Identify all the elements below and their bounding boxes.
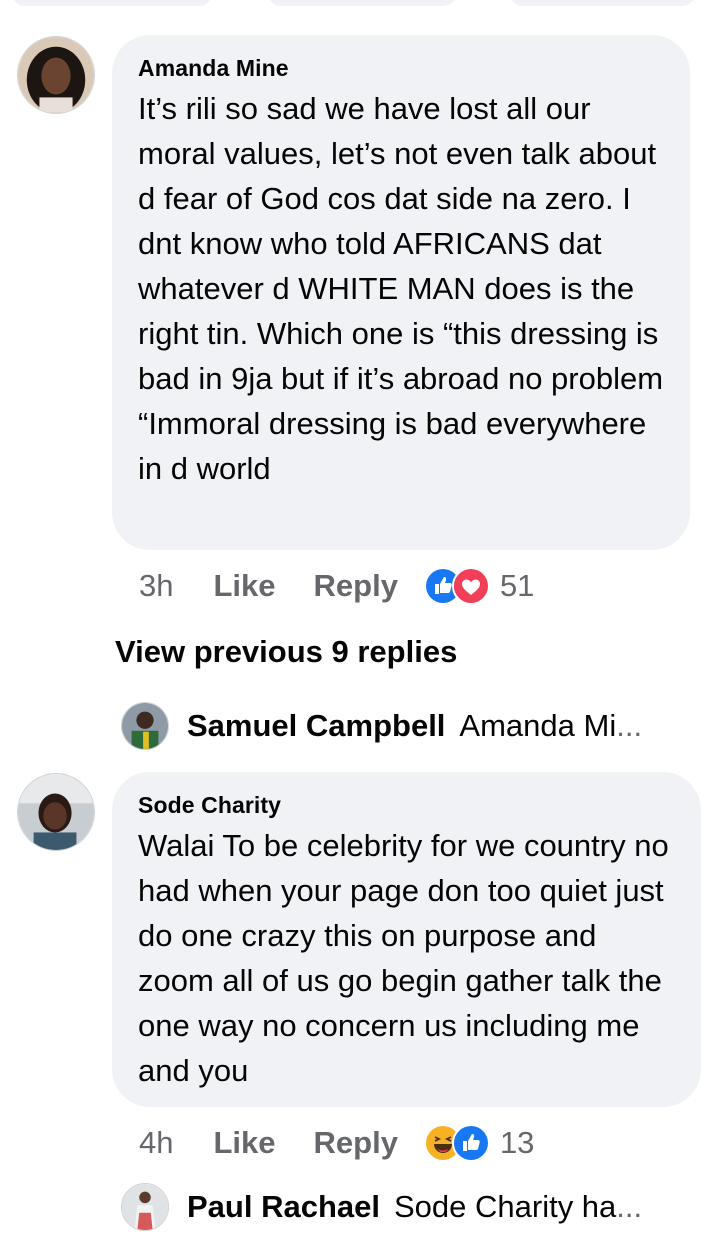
comment-actions: 4h Like Reply 13 (139, 1121, 534, 1165)
comment-author[interactable]: Sode Charity (138, 792, 677, 819)
ellipsis: ... (616, 708, 643, 743)
comment-time[interactable]: 3h (139, 568, 173, 604)
comment-bubble: Amanda Mine It’s rili so sad we have los… (112, 35, 690, 550)
reaction-icons[interactable] (423, 567, 490, 605)
reply-author[interactable]: Samuel Campbell (187, 708, 445, 744)
like-icon (451, 1124, 490, 1162)
like-button[interactable]: Like (213, 568, 275, 604)
avatar[interactable] (17, 36, 95, 114)
avatar[interactable] (121, 702, 169, 750)
reply-button[interactable]: Reply (314, 568, 398, 604)
reply-preview[interactable]: Paul Rachael Sode Charity ha... (121, 1183, 642, 1231)
view-previous-replies-link[interactable]: View previous 9 replies (115, 634, 457, 670)
reply-button[interactable]: Reply (314, 1125, 398, 1161)
comment-text: It’s rili so sad we have lost all our mo… (138, 91, 664, 486)
previous-bubble-stub (268, 0, 456, 6)
avatar[interactable] (121, 1183, 169, 1231)
comment-bubble: Sode Charity Walai To be celebrity for w… (112, 772, 701, 1107)
comment-time[interactable]: 4h (139, 1125, 173, 1161)
like-button[interactable]: Like (213, 1125, 275, 1161)
reply-snippet: Sode Charity ha (393, 1189, 617, 1224)
previous-bubble-stub (12, 0, 212, 6)
avatar[interactable] (17, 773, 95, 851)
ellipsis: ... (616, 1189, 643, 1224)
reply-author[interactable]: Paul Rachael (187, 1189, 380, 1225)
previous-bubble-stub (510, 0, 695, 6)
reply-preview[interactable]: Samuel Campbell Amanda Mi... (121, 702, 642, 750)
love-icon (451, 567, 490, 605)
reaction-count[interactable]: 13 (500, 1125, 534, 1161)
comment-author[interactable]: Amanda Mine (138, 55, 666, 82)
reply-snippet: Amanda Mi (459, 708, 617, 743)
comment-text: Walai To be celebrity for we country no … (138, 828, 669, 1088)
comment-actions: 3h Like Reply 51 (139, 564, 534, 608)
reaction-icons[interactable] (423, 1124, 490, 1162)
reaction-count[interactable]: 51 (500, 568, 534, 604)
